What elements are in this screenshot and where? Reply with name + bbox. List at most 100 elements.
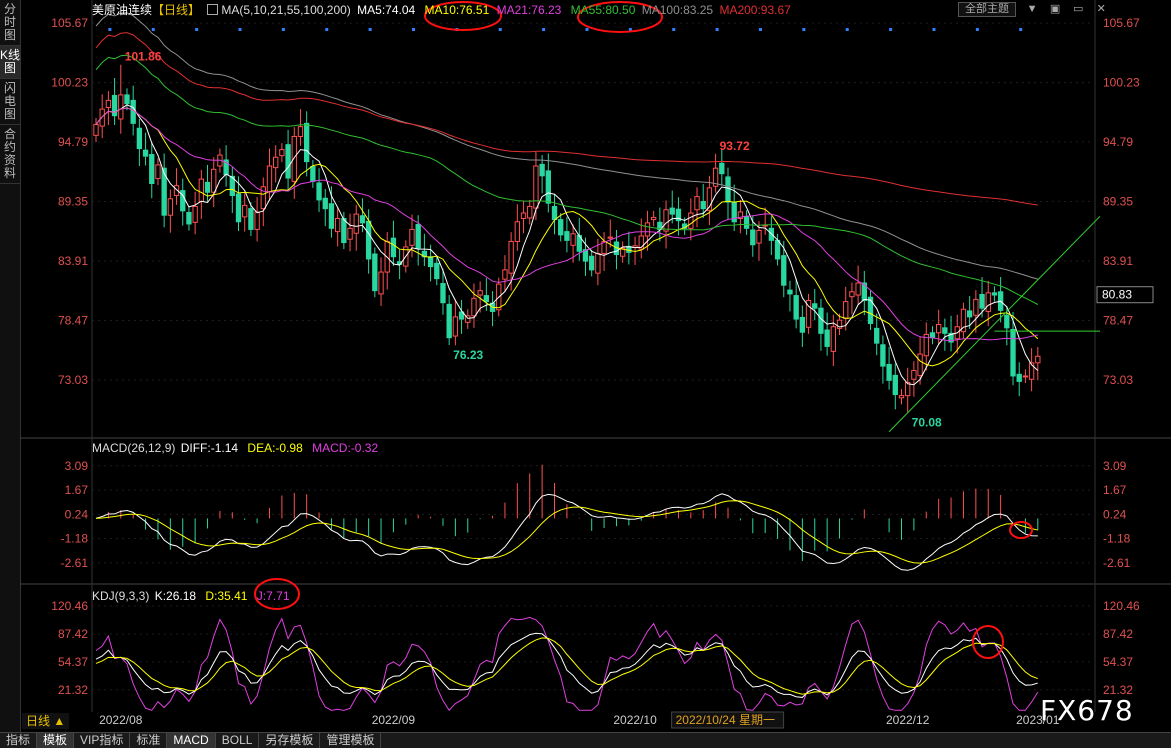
price-ytick-right-2: 94.79 xyxy=(1103,135,1133,149)
event-marker-23 xyxy=(238,28,242,31)
candle-body-25 xyxy=(248,208,254,230)
candle-body-97 xyxy=(694,196,700,211)
candle-body-89 xyxy=(644,222,651,237)
candle-body-147 xyxy=(1004,314,1010,329)
candle-body-23 xyxy=(235,193,242,223)
candle-body-102 xyxy=(725,176,731,203)
toolbar-tab-7[interactable]: 管理模板 xyxy=(320,733,382,748)
candle-body-68 xyxy=(514,221,521,242)
candle-body-148 xyxy=(1010,328,1016,377)
candle-body-141 xyxy=(966,310,973,318)
price-annotation-1: 76.23 xyxy=(453,348,483,362)
candle-body-9 xyxy=(149,154,155,184)
candle-body-15 xyxy=(186,211,192,225)
candle-body-54 xyxy=(427,256,434,268)
event-marker-65 xyxy=(498,28,502,31)
price-annotation-3: 70.08 xyxy=(912,415,942,429)
candle-body-48 xyxy=(390,237,397,258)
price-annotation-0: 101.86 xyxy=(125,50,162,64)
main-price-panel xyxy=(93,12,1101,433)
price-ytick-left-6: 73.03 xyxy=(58,373,88,387)
restore-icon[interactable]: ▣ xyxy=(1048,2,1062,15)
date-highlight: 2022/10/24 星期一 xyxy=(676,713,775,727)
event-marker-107 xyxy=(758,28,762,31)
macd-ytick-left-3: -1.18 xyxy=(61,531,89,545)
event-marker-135 xyxy=(932,28,936,31)
candle-body-123 xyxy=(855,282,861,296)
candle-body-114 xyxy=(799,316,806,333)
minimize-icon[interactable]: ▭ xyxy=(1071,2,1085,15)
candle-body-39 xyxy=(334,217,341,233)
candle-body-92 xyxy=(663,209,669,232)
candle-body-135 xyxy=(929,332,936,339)
candle-body-1 xyxy=(99,108,105,127)
candle-body-119 xyxy=(830,326,837,352)
event-marker-128 xyxy=(889,28,893,31)
candle-body-38 xyxy=(328,203,335,229)
toolbar-tab-1[interactable]: 模板 xyxy=(37,733,75,748)
macd-ytick-right-3: -1.18 xyxy=(1103,531,1131,545)
event-marker-51 xyxy=(412,28,415,31)
sidebar-item-3[interactable]: 合约资料 xyxy=(0,125,20,184)
sidebar-item-1[interactable]: K线图 xyxy=(0,46,20,79)
candle-body-149 xyxy=(1016,373,1022,382)
macd-ytick-left-4: -2.61 xyxy=(61,556,89,570)
sidebar-item-2[interactable]: 闪电图 xyxy=(0,79,20,125)
price-ytick-right-6: 73.03 xyxy=(1103,373,1133,387)
theme-dropdown[interactable]: 全部主题 xyxy=(958,2,1016,17)
top-controls: 全部主题 ▼ ▣ ▭ ✕ xyxy=(958,2,1108,17)
toolbar-tab-3[interactable]: 标准 xyxy=(130,733,168,748)
toolbar-tab-4[interactable]: MACD xyxy=(167,733,216,748)
candle-body-66 xyxy=(502,269,508,280)
highlight-circle-kdj-cross xyxy=(972,625,1004,659)
candle-body-75 xyxy=(558,219,564,236)
candle-body-72 xyxy=(539,163,545,177)
sidebar-item-0[interactable]: 分时图 xyxy=(0,0,20,46)
candle-body-107 xyxy=(756,230,762,244)
candle-body-55 xyxy=(434,262,440,280)
menu-arrow-icon[interactable]: ▼ xyxy=(1025,3,1039,15)
candle-body-34 xyxy=(303,122,310,163)
candle-body-145 xyxy=(991,292,998,296)
candle-body-116 xyxy=(812,303,818,309)
period-tag: 【日线】 xyxy=(152,3,201,17)
ma55-value: MA55:80.50 xyxy=(570,3,636,17)
close-icon[interactable]: ✕ xyxy=(1094,2,1108,15)
macd-diff-value: DIFF:-1.14 xyxy=(180,441,239,455)
toolbar-tab-5[interactable]: BOLL xyxy=(216,733,260,748)
candle-body-144 xyxy=(985,292,991,312)
candle-body-56 xyxy=(440,283,446,304)
macd-ytick-right-2: 0.24 xyxy=(1103,507,1127,521)
candle-body-136 xyxy=(935,324,942,334)
candle-body-69 xyxy=(520,212,527,219)
candle-body-96 xyxy=(688,212,694,229)
candle-body-7 xyxy=(136,127,143,150)
event-marker-121 xyxy=(845,28,849,31)
candle-body-117 xyxy=(818,307,824,334)
xtick-2: 2022/10 xyxy=(613,713,657,727)
toolbar-tab-2[interactable]: VIP指标 xyxy=(74,733,131,748)
candle-body-17 xyxy=(198,178,205,203)
candle-body-98 xyxy=(700,201,706,210)
x-axis: 2022/08 2022/09 2022/10 2022/12 2023/012022/… xyxy=(99,711,1060,729)
candle-body-10 xyxy=(155,164,161,180)
candle-body-5 xyxy=(124,94,130,105)
price-annotation-2: 93.72 xyxy=(720,139,750,153)
macd-ytick-left-0: 3.09 xyxy=(65,459,89,473)
kdj-ytick-left-2: 54.37 xyxy=(58,655,88,669)
annotations: 101.86 76.23 93.72 70.08 xyxy=(125,1,1033,659)
price-ytick-right-1: 100.23 xyxy=(1103,76,1140,90)
candle-body-43 xyxy=(359,215,366,224)
ma-settings-icon[interactable] xyxy=(207,4,219,15)
candle-body-118 xyxy=(824,329,830,347)
period-selector[interactable]: 日线 ▲ xyxy=(22,713,70,729)
candle-body-26 xyxy=(254,211,260,230)
candle-body-81 xyxy=(595,252,601,274)
candle-body-128 xyxy=(886,363,892,381)
toolbar-tab-0[interactable]: 指标 xyxy=(0,733,38,748)
toolbar-tab-6[interactable]: 另存模板 xyxy=(259,733,321,748)
candle-body-45 xyxy=(372,253,378,292)
kdj-param-label: KDJ(9,3,3) xyxy=(92,589,150,603)
candle-body-76 xyxy=(564,231,570,241)
kdj-ytick-left-0: 120.46 xyxy=(51,599,88,613)
